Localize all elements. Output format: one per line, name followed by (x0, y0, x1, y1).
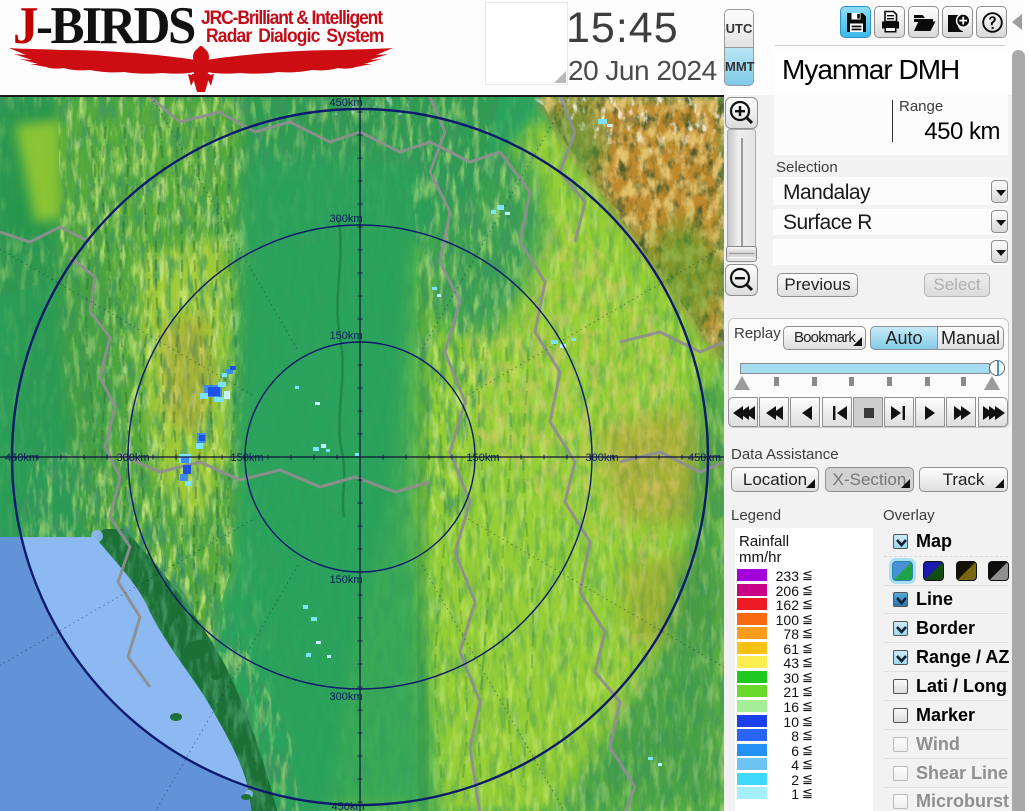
svg-text:300km: 300km (116, 452, 149, 464)
svg-text:150km: 150km (329, 330, 362, 342)
svg-text:150km: 150km (230, 452, 263, 464)
svg-text:450km: 450km (329, 97, 362, 109)
svg-text:300km: 300km (329, 213, 362, 225)
svg-text:450km: 450km (688, 452, 721, 464)
svg-text:150km: 150km (466, 452, 499, 464)
svg-text:300km: 300km (329, 691, 362, 703)
svg-text:450km: 450km (331, 801, 364, 811)
svg-text:450km: 450km (5, 452, 38, 464)
svg-text:300km: 300km (585, 452, 618, 464)
svg-text:150km: 150km (329, 574, 362, 586)
